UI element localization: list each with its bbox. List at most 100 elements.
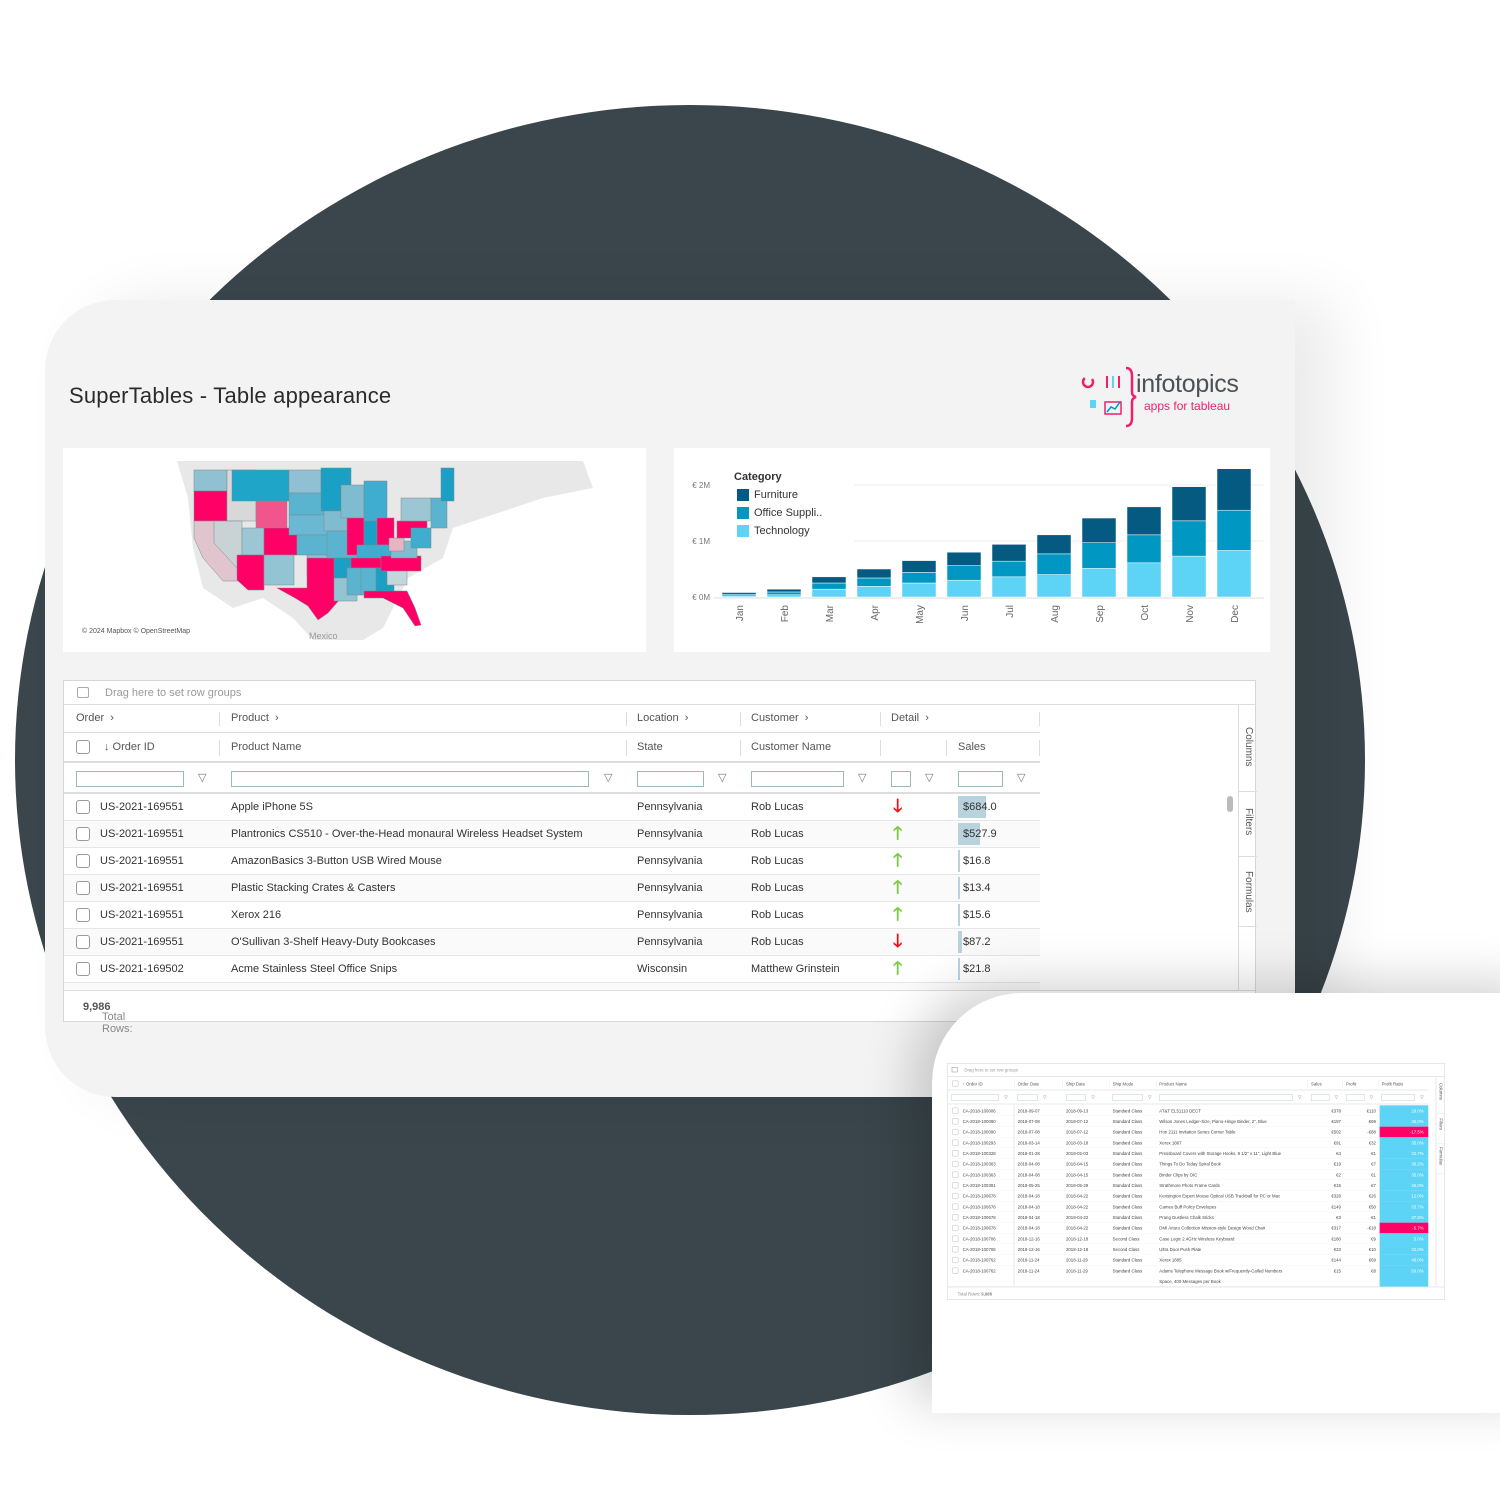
filter-icon[interactable]: ▽ <box>1017 771 1025 784</box>
row-checkbox[interactable] <box>952 1214 959 1221</box>
bar-aug-series-1[interactable] <box>1036 553 1072 575</box>
group-location[interactable]: Location › <box>637 712 688 724</box>
mini-table-row[interactable]: CA-2018-100391 2018-05-25 2018-05-29 Sta… <box>947 1179 1429 1191</box>
bar-mar-series-2[interactable] <box>811 588 847 598</box>
row-checkbox[interactable] <box>76 935 90 949</box>
bar-mar-series-1[interactable] <box>811 582 847 590</box>
mini-table-row[interactable]: CA-2018-100090 2018-07-08 2018-07-12 Sta… <box>947 1115 1429 1127</box>
bar-jul-series-1[interactable] <box>991 560 1027 578</box>
mini-header-2[interactable]: Ship Date <box>1066 1081 1085 1086</box>
bar-mar-series-0[interactable] <box>811 576 847 584</box>
select-all-checkbox[interactable] <box>952 1080 959 1087</box>
row-checkbox[interactable] <box>76 854 90 868</box>
header-order-id[interactable]: ↓ Order ID <box>104 741 155 753</box>
row-checkbox[interactable] <box>76 800 90 814</box>
bar-dec-series-0[interactable] <box>1216 468 1252 511</box>
header-state[interactable]: State <box>637 741 663 753</box>
bar-apr-series-1[interactable] <box>856 577 892 587</box>
filter-icon[interactable]: ▽ <box>604 771 612 784</box>
row-checkbox[interactable] <box>76 962 90 976</box>
bar-sep-series-0[interactable] <box>1081 517 1117 543</box>
mini-filter-input-0[interactable] <box>951 1094 999 1101</box>
mini-filter-input-4[interactable] <box>1159 1094 1293 1101</box>
mini-table-row[interactable]: CA-2018-100678 2018-04-18 2018-04-22 Sta… <box>947 1190 1429 1202</box>
table-row[interactable]: US-2021-169551 AmazonBasics 3-Button USB… <box>64 848 1040 875</box>
mini-table-row[interactable]: CA-2018-100678 2018-04-18 2018-04-22 Sta… <box>947 1211 1429 1223</box>
bar-jan-series-1[interactable] <box>721 593 757 597</box>
bar-aug-series-2[interactable] <box>1036 574 1072 598</box>
group-detail[interactable]: Detail › <box>891 712 929 724</box>
bar-jul-series-2[interactable] <box>991 576 1027 598</box>
table-row[interactable]: US-2021-169551 Apple iPhone 5S Pennsylva… <box>64 794 1040 821</box>
table-row[interactable]: US-2021-169551 Xerox 216 Pennsylvania Ro… <box>64 902 1040 929</box>
row-checkbox[interactable] <box>952 1139 959 1146</box>
bar-may-series-2[interactable] <box>901 582 937 598</box>
row-checkbox[interactable] <box>952 1118 959 1125</box>
filter-icon[interactable]: ▽ <box>1370 1094 1373 1099</box>
filter-icon[interactable]: ▽ <box>925 771 933 784</box>
legend-item-office-supplies[interactable]: Office Suppli.. <box>737 507 822 519</box>
mini-filter-input-2[interactable] <box>1065 1094 1086 1101</box>
row-checkbox[interactable] <box>952 1150 959 1157</box>
bar-feb-series-1[interactable] <box>766 591 802 596</box>
sales-map[interactable]: © 2024 Mapbox © OpenStreetMap Mexico <box>63 448 646 652</box>
row-checkbox[interactable] <box>952 1128 959 1135</box>
row-checkbox[interactable] <box>76 827 90 841</box>
table-row[interactable]: US-2021-169502 Acme Stainless Steel Offi… <box>64 956 1040 983</box>
side-tab-formulas[interactable]: Formulas <box>1436 1144 1446 1174</box>
order-id-filter-input[interactable] <box>76 771 184 787</box>
group-customer[interactable]: Customer › <box>751 712 808 724</box>
group-order[interactable]: Order › <box>76 712 114 724</box>
mini-filter-input-6[interactable] <box>1345 1094 1365 1101</box>
us-state-map[interactable] <box>63 448 646 652</box>
bar-aug-series-0[interactable] <box>1036 534 1072 555</box>
bar-feb-series-2[interactable] <box>766 594 802 598</box>
bar-oct-series-2[interactable] <box>1126 562 1162 598</box>
side-tab-filters[interactable]: Filters <box>1239 792 1257 857</box>
header-sales[interactable]: Sales <box>958 741 986 753</box>
mini-table-row[interactable]: CA-2018-100706 2018-12-16 2018-12-18 Sec… <box>947 1233 1429 1244</box>
mini-header-4[interactable]: Product Name <box>1159 1081 1187 1086</box>
row-group-dropzone[interactable]: Drag here to set row groups <box>64 681 1255 705</box>
row-checkbox[interactable] <box>952 1256 959 1263</box>
bar-nov-series-2[interactable] <box>1171 555 1207 598</box>
row-checkbox[interactable] <box>952 1224 959 1231</box>
bar-sep-series-2[interactable] <box>1081 568 1117 598</box>
bar-nov-series-1[interactable] <box>1171 520 1207 557</box>
row-checkbox[interactable] <box>952 1192 959 1199</box>
row-checkbox[interactable] <box>952 1160 959 1167</box>
bar-jun-series-2[interactable] <box>946 579 982 598</box>
bar-feb-series-0[interactable] <box>766 588 802 593</box>
mini-filter-input-7[interactable] <box>1381 1094 1415 1101</box>
select-all-checkbox[interactable] <box>76 740 90 754</box>
sales-filter-input[interactable] <box>958 771 1003 787</box>
header-product-name[interactable]: Product Name <box>231 741 301 753</box>
table-row[interactable]: US-2021-169551 Plastic Stacking Crates &… <box>64 875 1040 902</box>
product-name-filter-input[interactable] <box>231 771 589 787</box>
side-tab-formulas[interactable]: Formulas <box>1239 857 1257 927</box>
side-tab-columns[interactable]: Columns <box>1239 705 1257 792</box>
row-checkbox[interactable] <box>952 1246 959 1253</box>
mini-table-row[interactable]: CA-2018-100363 2018-04-08 2018-04-15 Sta… <box>947 1169 1429 1180</box>
mini-table-row[interactable]: CA-2018-100363 2018-04-08 2018-04-15 Sta… <box>947 1158 1429 1170</box>
row-checkbox[interactable] <box>76 908 90 922</box>
bar-sep-series-1[interactable] <box>1081 542 1117 569</box>
bar-apr-series-0[interactable] <box>856 568 892 579</box>
mini-table-row[interactable]: CA-2018-100706 2018-12-16 2018-12-18 Sec… <box>947 1243 1429 1255</box>
mini-header-1[interactable]: Order Date <box>1018 1081 1039 1086</box>
mini-filter-input-5[interactable] <box>1310 1094 1330 1101</box>
mini-header-7[interactable]: Profit Ratio <box>1382 1081 1403 1086</box>
mini-table-row[interactable]: CA-2018-100678 2018-04-18 2018-04-22 Sta… <box>947 1222 1429 1234</box>
filter-icon[interactable]: ▽ <box>198 771 206 784</box>
row-checkbox[interactable] <box>952 1235 959 1242</box>
row-checkbox[interactable] <box>952 1182 959 1189</box>
group-product[interactable]: Product › <box>231 712 279 724</box>
legend-item-furniture[interactable]: Furniture <box>737 489 798 501</box>
bar-may-series-0[interactable] <box>901 560 937 573</box>
mini-header-5[interactable]: Sales <box>1311 1081 1322 1086</box>
filter-icon[interactable]: ▽ <box>1091 1094 1094 1099</box>
customer-filter-input[interactable] <box>751 771 844 787</box>
mini-header-0[interactable]: ↑ Order ID <box>963 1081 983 1086</box>
mini-header-6[interactable]: Profit <box>1346 1081 1356 1086</box>
filter-icon[interactable]: ▽ <box>1148 1094 1151 1099</box>
